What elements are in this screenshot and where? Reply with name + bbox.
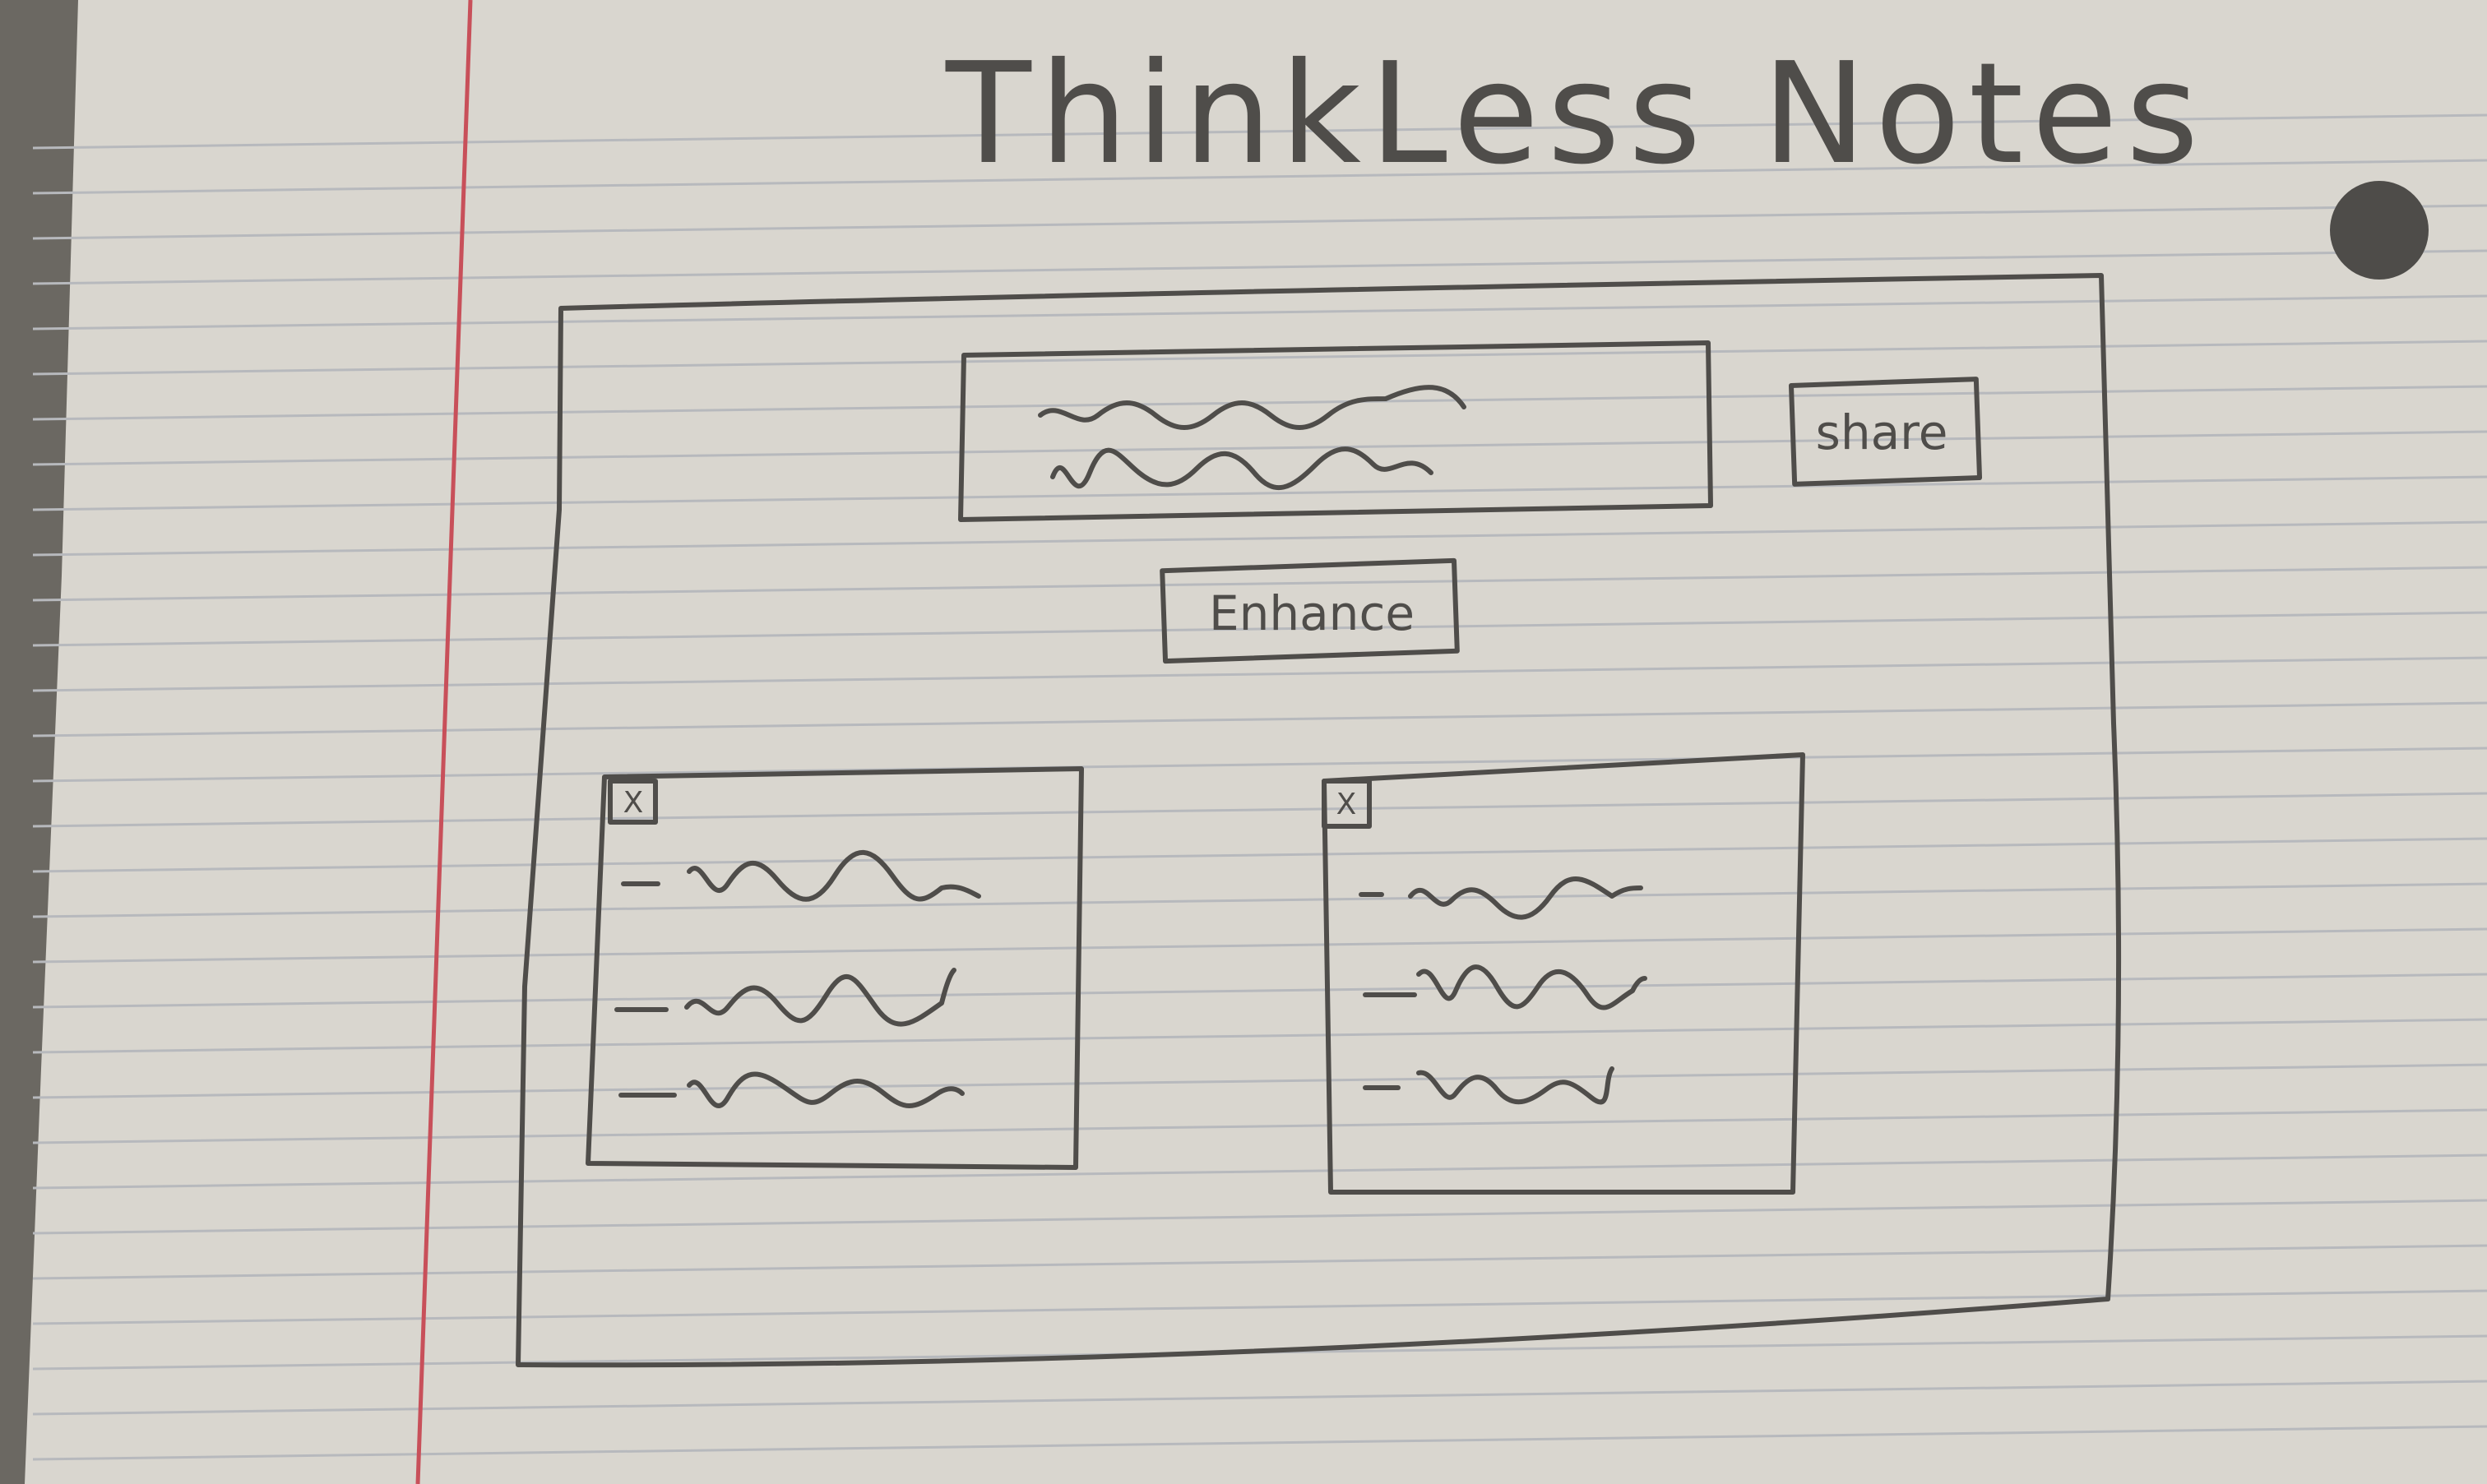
close-icon: X (623, 786, 644, 820)
close-icon: X (1336, 788, 1357, 821)
page-title: ThinkLess Notes (946, 33, 2207, 196)
share-button-label: share (1815, 405, 1948, 460)
enhance-button-label: Enhance (1208, 585, 1415, 641)
punch-hole (2330, 181, 2429, 280)
notebook-paper: X X (0, 0, 2487, 1484)
